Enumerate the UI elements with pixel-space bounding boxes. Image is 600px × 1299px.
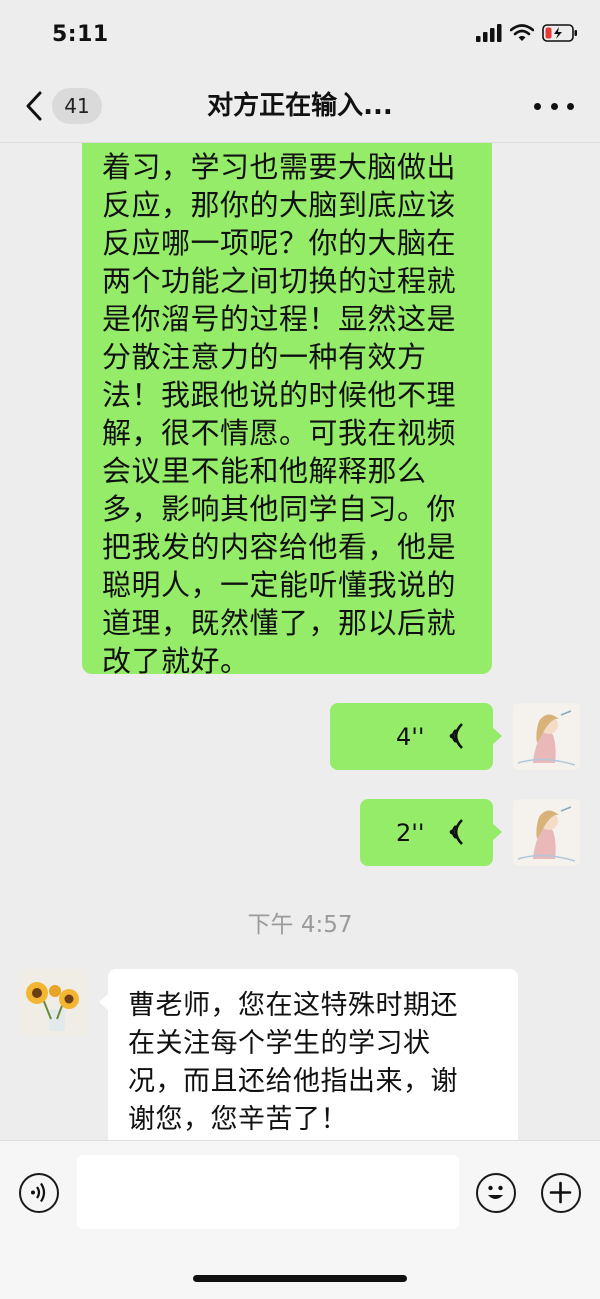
my-avatar[interactable] bbox=[513, 799, 580, 866]
message-text-line: 况，而且还给他指出来，谢 bbox=[128, 1066, 458, 1097]
message-text-line: 谢您，您辛苦了！ bbox=[128, 1104, 348, 1135]
contact-avatar[interactable] bbox=[19, 969, 86, 1036]
chat-title: 对方正在输入... bbox=[207, 91, 393, 121]
more-button[interactable] bbox=[534, 94, 574, 118]
message-text-line: 改了就好。 bbox=[102, 644, 250, 678]
voice-duration: 2'' bbox=[396, 819, 425, 847]
emoji-icon bbox=[488, 1185, 503, 1199]
wifi-icon bbox=[510, 24, 534, 41]
signal-icon bbox=[476, 24, 502, 42]
message-text-line: 反应哪一项呢？你的大脑在 bbox=[102, 226, 457, 260]
emoji-button[interactable] bbox=[476, 1173, 516, 1213]
message-list[interactable]: 着习，学习也需要大脑做出 反应，那你的大脑到底应该 反应哪一项呢？你的大脑在 两… bbox=[0, 143, 600, 1140]
home-indicator[interactable] bbox=[193, 1275, 407, 1282]
avatar-image bbox=[513, 799, 580, 866]
message-text-line: 解，很不情愿。可我在视频 bbox=[102, 416, 457, 450]
message-text-line: 多，影响其他同学自习。你 bbox=[102, 492, 457, 526]
status-time: 5:11 bbox=[52, 22, 109, 47]
voice-toggle-button[interactable] bbox=[19, 1173, 59, 1213]
message-text-line: 分散注意力的一种有效方 bbox=[102, 340, 427, 374]
message-text-line: 把我发的内容给他看，他是 bbox=[102, 530, 457, 564]
sunflower-avatar-image bbox=[19, 969, 86, 1036]
message-text-line: 法！我跟他说的时候他不理 bbox=[102, 378, 457, 412]
received-text-bubble[interactable]: 曹老师，您在这特殊时期还 在关注每个学生的学习状 况，而且还给他指出来，谢 谢您… bbox=[99, 969, 518, 1140]
avatar-image bbox=[513, 703, 580, 770]
more-dots-icon bbox=[550, 102, 558, 110]
message-timestamp: 下午 4:57 bbox=[247, 912, 353, 938]
my-avatar[interactable] bbox=[513, 703, 580, 770]
message-text-line: 聪明人，一定能听懂我说的 bbox=[102, 568, 457, 602]
message-text-line: 着习，学习也需要大脑做出 bbox=[102, 150, 457, 184]
unread-count-badge[interactable]: 41 bbox=[52, 88, 102, 124]
plus-button[interactable] bbox=[541, 1173, 581, 1213]
status-icons bbox=[476, 24, 578, 42]
voice-wave-icon bbox=[449, 819, 463, 845]
message-text-line: 在关注每个学生的学习状 bbox=[128, 1028, 431, 1059]
message-text-line: 两个功能之间切换的过程就 bbox=[102, 264, 457, 298]
plus-icon bbox=[549, 1181, 572, 1204]
message-text-line: 曹老师，您在这特殊时期还 bbox=[128, 990, 458, 1021]
more-dots-icon bbox=[534, 102, 541, 110]
voice-wave-icon bbox=[449, 723, 463, 749]
sent-text-bubble[interactable]: 着习，学习也需要大脑做出 反应，那你的大脑到底应该 反应哪一项呢？你的大脑在 两… bbox=[82, 143, 492, 678]
chevron-left-icon[interactable] bbox=[24, 90, 44, 122]
voice-toggle-icon bbox=[31, 1182, 46, 1203]
battery-icon bbox=[542, 24, 577, 42]
message-text-line: 反应，那你的大脑到底应该 bbox=[102, 188, 457, 222]
message-input[interactable] bbox=[77, 1155, 459, 1229]
message-text-line: 是你溜号的过程！显然这是 bbox=[102, 302, 457, 336]
voice-duration: 4'' bbox=[396, 723, 425, 751]
voice-message-bubble[interactable]: 4'' bbox=[330, 703, 502, 770]
chat-header: 41 对方正在输入... bbox=[0, 70, 600, 143]
voice-message-bubble[interactable]: 2'' bbox=[360, 799, 502, 866]
message-text-line: 道理，既然懂了，那以后就 bbox=[102, 606, 457, 640]
message-text-line: 会议里不能和他解释那么 bbox=[102, 454, 427, 488]
status-bar: 5:11 bbox=[0, 0, 600, 70]
more-dots-icon bbox=[567, 102, 574, 110]
